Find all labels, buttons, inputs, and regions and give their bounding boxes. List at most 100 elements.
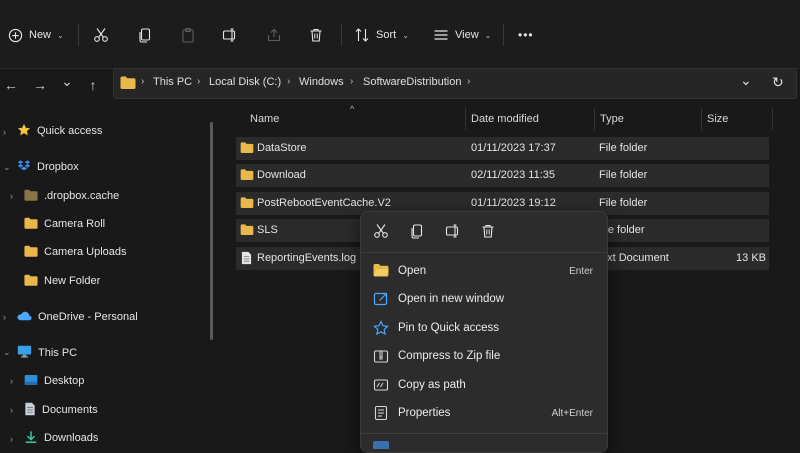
chevron-down-icon[interactable]: ⌄: [3, 162, 11, 173]
toolbar-divider: [503, 24, 504, 46]
sidebar-item-this-pc[interactable]: This PC: [17, 343, 77, 363]
breadcrumb-separator-icon: ›: [287, 76, 291, 87]
cut-button[interactable]: [93, 22, 109, 48]
chevron-down-icon[interactable]: ⌄: [3, 347, 11, 358]
folder-icon: [240, 224, 254, 235]
chevron-down-icon: ⌄: [61, 72, 73, 89]
sidebar-item-dropbox[interactable]: Dropbox: [17, 157, 79, 177]
context-copy-button[interactable]: [407, 222, 427, 242]
sidebar-item-quick-access[interactable]: Quick access: [17, 121, 102, 141]
open-new-window-icon: [373, 291, 389, 307]
sidebar-item-label: Quick access: [37, 125, 103, 137]
chevron-down-icon: ⌄: [402, 30, 409, 40]
share-button[interactable]: [266, 22, 282, 48]
sidebar-item-camera-uploads[interactable]: Camera Uploads: [24, 242, 127, 262]
breadcrumb-windows[interactable]: Windows: [299, 76, 344, 88]
delete-button[interactable]: [308, 22, 324, 48]
shortcut-hint: Enter: [569, 266, 593, 277]
refresh-button[interactable]: ↻: [772, 74, 784, 91]
context-rename-button[interactable]: [443, 222, 463, 242]
copy-button[interactable]: [137, 22, 153, 48]
breadcrumb-this-pc[interactable]: This PC: [153, 76, 192, 88]
folder-icon: [24, 274, 38, 289]
paste-button[interactable]: [180, 22, 196, 48]
file-name: DataStore: [257, 142, 307, 154]
address-bar[interactable]: › This PC › Local Disk (C:) › Windows › …: [113, 68, 797, 99]
folder-icon: [240, 142, 254, 153]
share-icon: [266, 27, 282, 43]
menu-item-pin-quick-access[interactable]: Pin to Quick access: [367, 315, 601, 341]
column-header-type[interactable]: Type: [600, 113, 624, 125]
sort-button[interactable]: Sort ⌄: [354, 22, 409, 48]
rename-button[interactable]: [222, 22, 238, 48]
back-button[interactable]: ←: [2, 76, 20, 94]
folder-icon: [120, 76, 136, 92]
view-button[interactable]: View ⌄: [433, 22, 491, 48]
sidebar-item-camera-roll[interactable]: Camera Roll: [24, 214, 105, 234]
breadcrumb-separator-icon: ›: [197, 76, 201, 87]
sidebar-item-downloads[interactable]: Downloads: [24, 428, 98, 448]
menu-item-label: Open in new window: [398, 293, 505, 305]
file-type: ext Document: [601, 252, 669, 264]
chevron-right-icon[interactable]: ›: [10, 434, 13, 444]
context-delete-button[interactable]: [478, 222, 498, 242]
column-divider[interactable]: [701, 108, 702, 130]
copy-path-icon: [373, 377, 389, 393]
menu-item-label: Pin to Quick access: [398, 322, 499, 334]
rename-icon: [445, 223, 461, 242]
breadcrumb-local-disk[interactable]: Local Disk (C:): [209, 76, 281, 88]
file-row[interactable]: Download 02/11/2023 11:35 File folder: [236, 164, 769, 187]
column-header-size[interactable]: Size: [707, 113, 728, 125]
menu-item-copy-path[interactable]: Copy as path: [367, 372, 601, 398]
context-cut-button[interactable]: [371, 222, 391, 242]
up-button[interactable]: ↑: [84, 76, 102, 94]
menu-item-compress-zip[interactable]: Compress to Zip file: [367, 343, 601, 369]
menu-item-open-new-window[interactable]: Open in new window: [367, 286, 601, 312]
list-view-icon: [433, 27, 449, 43]
chevron-right-icon[interactable]: ›: [3, 127, 6, 137]
menu-item-properties[interactable]: Properties Alt+Enter: [367, 400, 601, 426]
chevron-right-icon[interactable]: ›: [10, 405, 13, 415]
address-history-button[interactable]: ⌄: [740, 72, 752, 89]
chevron-right-icon[interactable]: ›: [10, 376, 13, 386]
new-button[interactable]: New ⌄: [8, 22, 64, 48]
file-name: PostRebootEventCache.V2: [257, 197, 391, 209]
folder-icon: [24, 217, 38, 232]
file-row[interactable]: DataStore 01/11/2023 17:37 File folder: [236, 137, 769, 160]
scissors-icon: [93, 27, 109, 43]
document-icon: [24, 402, 36, 419]
sidebar-item-documents[interactable]: Documents: [24, 400, 98, 420]
chevron-right-icon[interactable]: ›: [3, 312, 6, 322]
sidebar-scrollbar[interactable]: [210, 122, 213, 340]
sidebar-item-label: Camera Roll: [44, 218, 106, 230]
properties-icon: [373, 405, 389, 421]
menu-item-open[interactable]: Open Enter: [367, 258, 601, 284]
scissors-icon: [373, 223, 389, 242]
column-divider[interactable]: [465, 108, 466, 130]
column-divider[interactable]: [594, 108, 595, 130]
arrow-right-icon: →: [33, 77, 47, 93]
chevron-down-icon: ⌄: [484, 30, 492, 40]
recent-locations-button[interactable]: ⌄: [58, 72, 76, 90]
more-options-button[interactable]: •••: [518, 22, 534, 48]
sidebar-item-label: This PC: [38, 347, 78, 359]
sidebar-item-new-folder[interactable]: New Folder: [24, 271, 100, 291]
command-bar: New ⌄ Sort ⌄ View ⌄ •••: [0, 0, 800, 69]
column-header-name[interactable]: Name: [250, 113, 279, 125]
breadcrumb-softwaredistribution[interactable]: SoftwareDistribution: [363, 76, 461, 88]
dropbox-icon: [17, 159, 31, 176]
sidebar-item-dropbox-cache[interactable]: .dropbox.cache: [24, 186, 119, 206]
forward-button[interactable]: →: [31, 76, 49, 94]
column-divider[interactable]: [772, 108, 773, 130]
sidebar-item-label: Dropbox: [37, 161, 79, 173]
chevron-right-icon[interactable]: ›: [10, 191, 13, 201]
context-menu: Open Enter Open in new window Pin to Qui…: [360, 211, 608, 453]
column-header-date-modified[interactable]: Date modified: [471, 113, 539, 125]
sidebar-item-onedrive[interactable]: OneDrive - Personal: [17, 307, 138, 327]
file-date: 02/11/2023 11:35: [471, 169, 556, 181]
sidebar-item-label: .dropbox.cache: [44, 190, 120, 202]
menu-divider: [361, 252, 607, 253]
sidebar-item-desktop[interactable]: Desktop: [24, 371, 84, 391]
menu-item-label: Copy as path: [398, 379, 466, 391]
trash-icon: [308, 27, 324, 43]
